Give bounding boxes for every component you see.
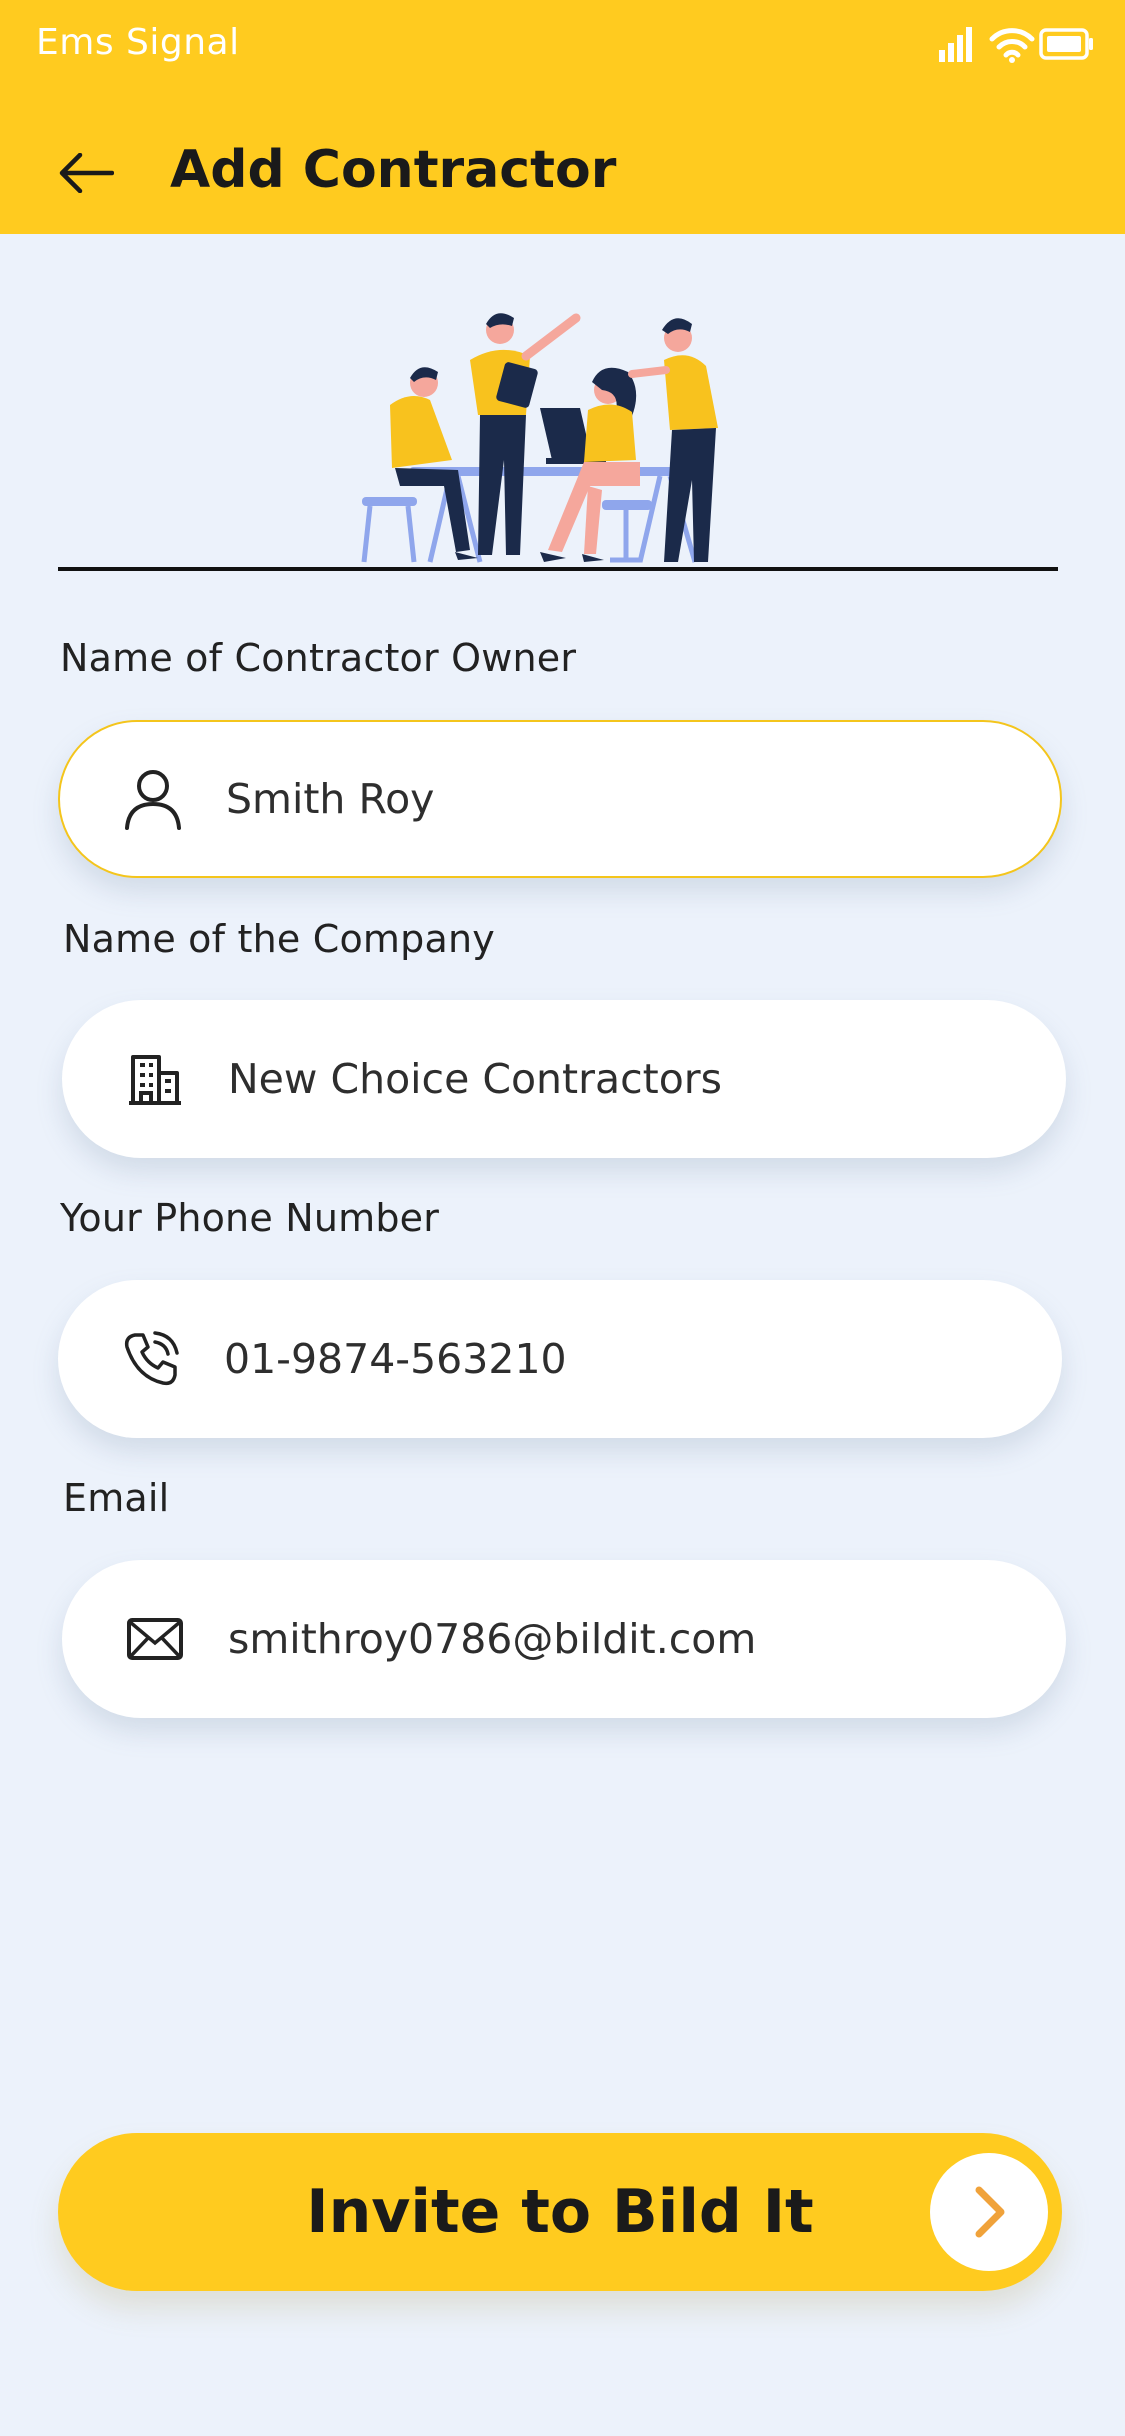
divider-line [58,567,1058,571]
app-header: Ems Signal Add Contractor [0,0,1125,234]
email-field[interactable] [62,1560,1066,1718]
invite-button-label: Invite to Bild It [306,2177,814,2247]
phone-input[interactable] [224,1335,1024,1383]
arrow-left-icon [59,153,114,193]
building-icon [120,1044,190,1114]
back-button[interactable] [48,138,124,208]
mail-icon [120,1604,190,1674]
page-title: Add Contractor [170,140,617,200]
company-label: Name of the Company [63,917,495,961]
email-label: Email [63,1476,170,1520]
team-illustration [361,313,718,563]
signal-icon [939,27,972,62]
owner-label: Name of Contractor Owner [60,636,577,680]
status-carrier: Ems Signal [36,22,240,63]
phone-icon [116,1324,186,1394]
battery-icon [1039,28,1093,60]
owner-input[interactable] [226,775,1026,823]
phone-field[interactable] [58,1280,1062,1438]
invite-button[interactable]: Invite to Bild It [58,2133,1062,2291]
chevron-right-icon [930,2153,1048,2271]
phone-label: Your Phone Number [60,1196,440,1240]
owner-field[interactable] [58,720,1062,878]
wifi-icon [989,28,1035,63]
company-field[interactable] [62,1000,1066,1158]
person-icon [118,764,188,834]
email-input[interactable] [228,1615,1028,1663]
company-input[interactable] [228,1055,1028,1103]
